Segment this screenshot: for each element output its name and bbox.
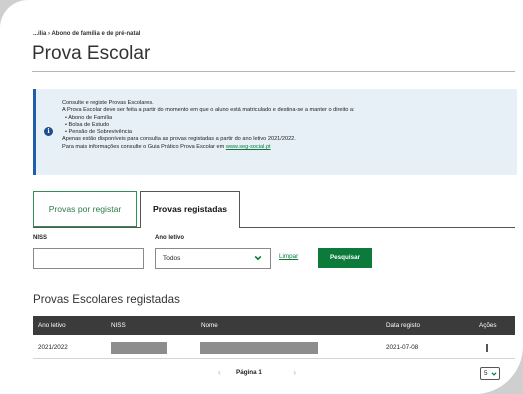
info-bullet: • Abono de Família xyxy=(65,114,113,121)
tabs-divider xyxy=(33,227,515,228)
page-indicator: Página 1 xyxy=(236,369,262,376)
tab-provas-registadas[interactable]: Provas registadas xyxy=(140,191,240,228)
ano-letivo-value: Todos xyxy=(163,255,181,262)
cell-ano-letivo: 2021/2022 xyxy=(38,344,68,351)
column-header-data-registo[interactable]: Data registo xyxy=(386,316,420,335)
column-header-niss[interactable]: NISS xyxy=(111,316,126,335)
results-title: Provas Escolares registadas xyxy=(33,293,180,306)
page-canvas: ...ília › Abono de família e de pré-nata… xyxy=(0,0,523,394)
breadcrumb[interactable]: ...ília › Abono de família e de pré-nata… xyxy=(33,31,140,37)
niss-label: NISS xyxy=(33,235,48,241)
title-divider xyxy=(32,71,515,72)
info-panel: i Consulte e registe Provas Escolares. A… xyxy=(33,89,517,175)
info-bullet-text: Abono de Família xyxy=(68,114,113,121)
niss-input[interactable] xyxy=(33,248,144,269)
search-button[interactable]: Pesquisar xyxy=(318,248,372,268)
info-bullet: • Bolsa de Estudo xyxy=(65,121,110,128)
page-size-value: 5 xyxy=(484,370,488,377)
next-page-icon[interactable]: › xyxy=(293,366,296,380)
seg-social-link[interactable]: www.seg-social.pt xyxy=(226,144,271,150)
info-line: A Prova Escolar deve ser feita a partir … xyxy=(62,107,355,114)
column-header-nome[interactable]: Nome xyxy=(201,316,218,335)
cell-data-registo: 2021-07-08 xyxy=(386,344,419,351)
pagination: ‹ Página 1 › xyxy=(212,366,322,380)
info-line-text: Para mais informações consulte o Guia Pr… xyxy=(62,143,226,150)
previous-page-icon[interactable]: ‹ xyxy=(218,366,221,380)
chevron-down-icon xyxy=(254,255,262,261)
info-line: Consulte e registe Provas Escolares. xyxy=(62,100,154,106)
info-line: Para mais informações consulte o Guia Pr… xyxy=(62,144,511,151)
more-actions-icon[interactable] xyxy=(486,344,488,352)
redacted-niss xyxy=(111,342,167,354)
ano-letivo-select[interactable]: Todos xyxy=(155,248,271,269)
table-row: 2021/2022 2021-07-08 xyxy=(33,337,515,359)
info-text: Consulte e registe Provas Escolares. A P… xyxy=(62,100,511,151)
tab-provas-por-registar[interactable]: Provas por registar xyxy=(33,191,137,227)
column-header-acoes: Ações xyxy=(479,322,497,329)
info-line: Apenas estão disponíveis para consulta a… xyxy=(62,136,296,143)
page-size-select[interactable]: 5 xyxy=(480,367,500,380)
table-header: Ano letivo NISS Nome Data registo Ações xyxy=(33,316,515,335)
column-header-ano-letivo[interactable]: Ano letivo xyxy=(38,316,66,335)
ano-letivo-label: Ano letivo xyxy=(155,235,185,241)
clear-link[interactable]: Limpar xyxy=(279,253,298,260)
info-bullet-text: Bolsa de Estudo xyxy=(68,121,110,128)
chevron-down-icon xyxy=(491,372,497,376)
active-tab-gap xyxy=(141,227,239,228)
redacted-nome xyxy=(200,342,318,354)
page-title: Prova Escolar xyxy=(32,43,151,64)
info-icon: i xyxy=(44,127,53,136)
info-bullet-text: Pensão de Sobrevivência xyxy=(68,129,132,136)
info-bullet: • Pensão de Sobrevivência xyxy=(65,129,132,136)
